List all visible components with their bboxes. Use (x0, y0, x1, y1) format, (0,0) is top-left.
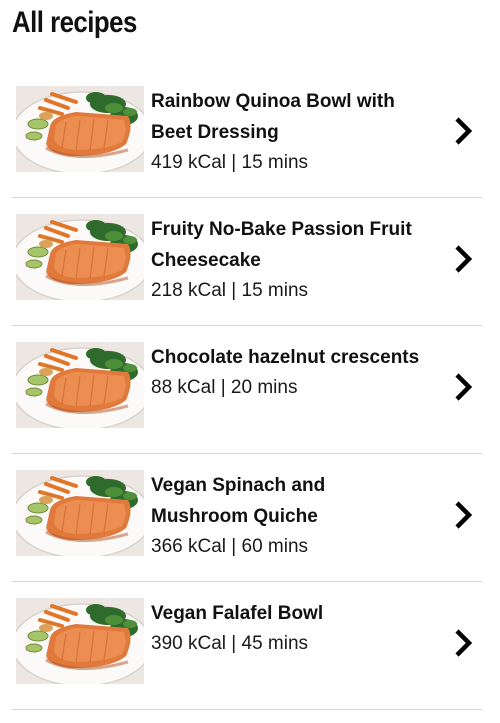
chevron-right-icon[interactable] (448, 498, 478, 532)
recipe-name: Vegan Spinach and Mushroom Quiche (151, 475, 326, 527)
recipe-time: 20 mins (230, 377, 298, 398)
recipe-calories: 366 kCal (151, 536, 226, 557)
meta-separator: | (231, 633, 237, 654)
recipe-thumbnail (16, 86, 144, 172)
recipe-meta: 390 kCal | 45 mins (151, 629, 421, 659)
recipe-name: Fruity No-Bake Passion Fruit Cheesecake (151, 219, 412, 271)
recipe-row[interactable]: Vegan Falafel Bowl 390 kCal | 45 mins (12, 582, 482, 710)
recipe-thumbnail (16, 342, 144, 428)
meta-separator: | (231, 152, 237, 173)
recipe-calories: 88 kCal (151, 377, 216, 398)
recipes-screen: All recipes Rainbow Quinoa Bowl with Bee… (0, 0, 500, 723)
meta-separator: | (220, 377, 226, 398)
recipe-thumbnail (16, 470, 144, 556)
recipe-info: Vegan Falafel Bowl 390 kCal | 45 mins (151, 598, 421, 659)
meta-separator: | (231, 536, 237, 557)
chevron-right-icon[interactable] (448, 626, 478, 660)
recipe-list: Rainbow Quinoa Bowl with Beet Dressing 4… (12, 70, 482, 710)
recipe-time: 15 mins (241, 152, 309, 173)
recipe-meta: 419 kCal | 15 mins (151, 148, 421, 178)
recipe-name: Rainbow Quinoa Bowl with Beet Dressing (151, 91, 395, 143)
meta-separator: | (231, 280, 237, 301)
recipe-time: 45 mins (241, 633, 309, 654)
recipe-thumbnail (16, 214, 144, 300)
recipe-info: Rainbow Quinoa Bowl with Beet Dressing 4… (151, 86, 421, 178)
recipe-meta: 88 kCal | 20 mins (151, 373, 421, 403)
page-title: All recipes (12, 6, 137, 39)
recipe-thumbnail (16, 598, 144, 684)
recipe-row[interactable]: Vegan Spinach and Mushroom Quiche 366 kC… (12, 454, 482, 582)
recipe-calories: 218 kCal (151, 280, 226, 301)
recipe-time: 60 mins (241, 536, 309, 557)
recipe-meta: 218 kCal | 15 mins (151, 276, 421, 306)
recipe-time: 15 mins (241, 280, 309, 301)
recipe-row[interactable]: Rainbow Quinoa Bowl with Beet Dressing 4… (12, 70, 482, 198)
recipe-name: Chocolate hazelnut crescents (151, 347, 420, 368)
recipe-name: Vegan Falafel Bowl (151, 603, 324, 624)
recipe-row[interactable]: Fruity No-Bake Passion Fruit Cheesecake … (12, 198, 482, 326)
chevron-right-icon[interactable] (448, 370, 478, 404)
recipe-info: Fruity No-Bake Passion Fruit Cheesecake … (151, 214, 421, 306)
recipe-info: Vegan Spinach and Mushroom Quiche 366 kC… (151, 470, 421, 562)
recipe-row[interactable]: Chocolate hazelnut crescents 88 kCal | 2… (12, 326, 482, 454)
recipe-calories: 419 kCal (151, 152, 226, 173)
recipe-info: Chocolate hazelnut crescents 88 kCal | 2… (151, 342, 421, 403)
recipe-meta: 366 kCal | 60 mins (151, 532, 421, 562)
chevron-right-icon[interactable] (448, 114, 478, 148)
recipe-calories: 390 kCal (151, 633, 226, 654)
chevron-right-icon[interactable] (448, 242, 478, 276)
